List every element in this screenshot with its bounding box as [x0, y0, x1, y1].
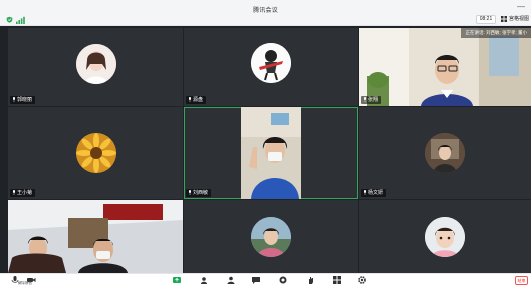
video-tile-active[interactable]: 刘西敏 — [184, 107, 358, 199]
chat-icon[interactable] — [251, 275, 261, 285]
share-icon[interactable] — [172, 275, 182, 285]
mic-icon — [189, 97, 191, 102]
participant-name: 源盘 — [193, 97, 204, 103]
minimize-button[interactable]: — — [517, 2, 525, 11]
end-meeting-button[interactable]: 结束 — [515, 276, 528, 285]
video-tile[interactable] — [184, 200, 358, 273]
participant-name-tag: 张翔 — [361, 96, 382, 104]
settings-icon[interactable] — [357, 275, 367, 285]
mic-icon — [189, 190, 191, 195]
participant-name-tag: 王小菊 — [10, 189, 36, 197]
members-icon[interactable] — [226, 275, 236, 285]
signal-icon[interactable] — [15, 16, 25, 24]
participant-avatar — [75, 133, 116, 173]
mute-label: 解除静音 — [18, 281, 32, 285]
participant-avatar — [251, 43, 291, 83]
participant-name-tag: 刘西敏 — [186, 189, 212, 197]
video-grid: 郭晓丽 源盘 正在讲话: 刘西敏; 张学孝; 董小 张翔 王小菊 刘西敏 杨文妍 — [0, 26, 531, 273]
video-tile[interactable] — [8, 200, 183, 273]
meeting-toolbar: 解除静音 结束 — [0, 273, 531, 286]
view-switch-button[interactable]: 宫格视图 — [501, 15, 529, 24]
mic-icon — [364, 190, 366, 195]
mic-icon — [13, 190, 15, 195]
members-icon[interactable] — [200, 275, 210, 285]
apps-icon[interactable] — [332, 275, 342, 285]
participant-name-tag: 郭晓丽 — [10, 96, 36, 104]
secure-icon[interactable] — [6, 16, 13, 23]
participant-video — [359, 28, 531, 106]
view-switch-label: 宫格视图 — [509, 16, 530, 22]
participant-avatar — [251, 216, 291, 257]
participant-avatar — [425, 216, 465, 257]
speaking-text: 正在讲话: 刘西敏; 张学孝; 董小 — [465, 30, 527, 35]
participant-name-tag: 杨文妍 — [361, 189, 387, 197]
grid-view-icon — [501, 15, 507, 22]
video-tile[interactable]: 源盘 — [184, 28, 358, 106]
participant-name: 郭晓丽 — [17, 97, 33, 103]
participant-video — [8, 200, 183, 273]
video-tile[interactable]: 王小菊 — [8, 107, 183, 199]
video-tile[interactable]: 正在讲话: 刘西敏; 张学孝; 董小 张翔 — [359, 28, 531, 106]
video-tile[interactable]: 郭晓丽 — [8, 28, 183, 106]
title-bar: 腾讯会议 — 08:21 宫格视图 — [0, 0, 531, 26]
participant-name: 刘西敏 — [193, 190, 209, 196]
mic-icon — [364, 97, 366, 102]
participant-name: 张翔 — [368, 97, 379, 103]
participant-avatar — [75, 44, 116, 84]
participant-name: 王小菊 — [17, 190, 33, 196]
video-tile[interactable]: 杨文妍 — [359, 107, 531, 199]
participant-avatar — [425, 133, 465, 173]
hand-icon[interactable] — [306, 275, 316, 285]
participant-video — [241, 107, 301, 199]
meeting-clock: 08:21 — [476, 15, 496, 24]
speaking-indicator: 正在讲话: 刘西敏; 张学孝; 董小 — [461, 28, 531, 38]
video-tile[interactable] — [359, 200, 531, 273]
participant-name: 杨文妍 — [368, 190, 384, 196]
mic-icon — [13, 97, 15, 102]
window-title: 腾讯会议 — [253, 8, 278, 14]
participant-name-tag: 源盘 — [186, 96, 207, 104]
record-icon[interactable] — [278, 275, 288, 285]
